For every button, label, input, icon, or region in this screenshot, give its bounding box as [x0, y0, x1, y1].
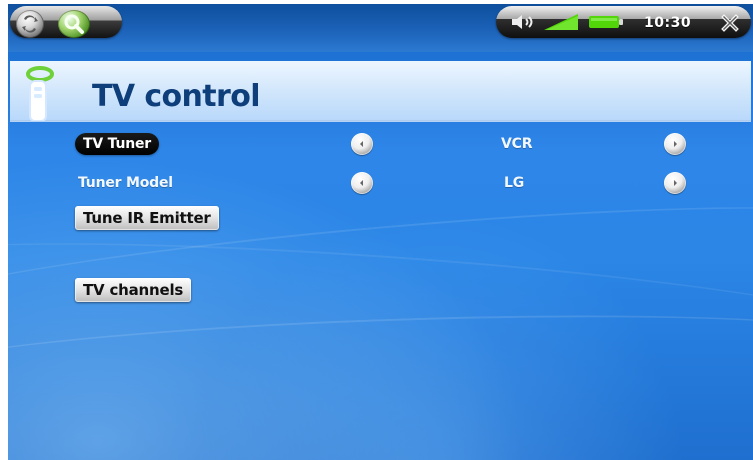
tuner-model-previous-arrow-icon[interactable] [351, 172, 373, 194]
volume-icon[interactable] [508, 12, 542, 32]
battery-icon [589, 16, 623, 28]
tv-tuner-value: VCR [501, 136, 533, 152]
clock: 10:30 [644, 15, 692, 31]
top-status-bar: 10:30 [8, 4, 753, 52]
navigation-pill [10, 6, 122, 38]
tuner-model-label[interactable]: Tuner Model [78, 172, 173, 194]
screen: 10:30 TV control TV Tuner VCR Tuner Mode… [8, 4, 753, 460]
tv-tuner-next-arrow-icon[interactable] [664, 133, 686, 155]
page-title: TV control [92, 79, 261, 114]
search-icon[interactable] [58, 10, 90, 38]
tune-ir-emitter-button[interactable]: Tune IR Emitter [75, 206, 219, 230]
remote-control-icon [26, 66, 54, 121]
tuner-model-next-arrow-icon[interactable] [664, 172, 686, 194]
close-icon[interactable] [719, 12, 741, 34]
tv-channels-button[interactable]: TV channels [75, 278, 192, 302]
signal-icon [544, 14, 578, 30]
tuner-model-value: LG [504, 175, 525, 191]
tv-tuner-previous-arrow-icon[interactable] [351, 133, 373, 155]
tv-tuner-label[interactable]: TV Tuner [75, 133, 160, 155]
status-pill: 10:30 [496, 6, 751, 38]
page-header: TV control [10, 61, 751, 121]
back-icon[interactable] [16, 10, 44, 38]
